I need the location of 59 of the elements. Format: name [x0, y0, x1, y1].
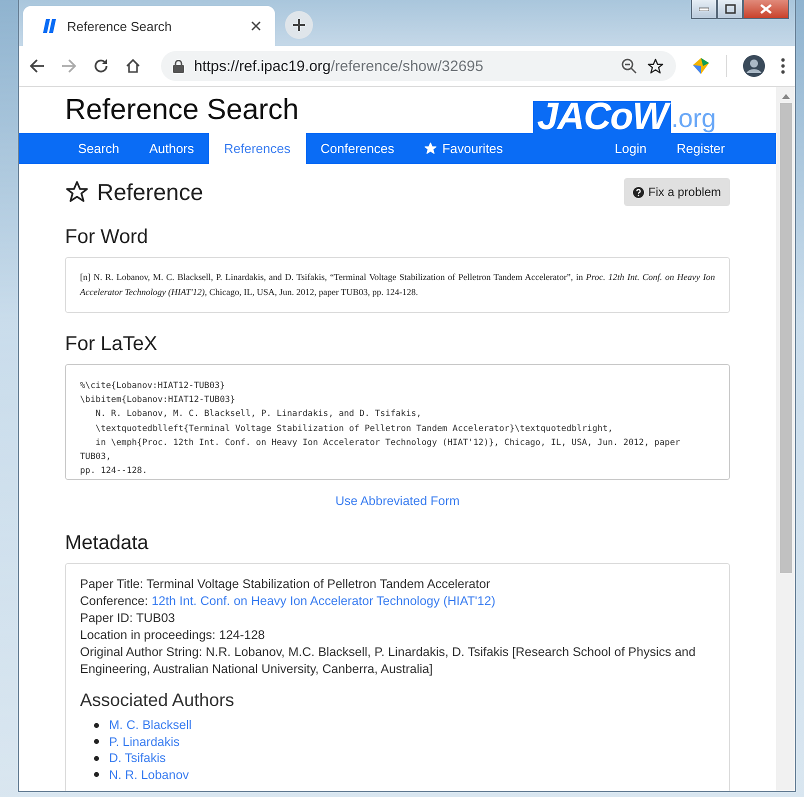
url-text: https://ref.ipac19.org/reference/show/32695 [194, 58, 484, 74]
maximize-button[interactable] [717, 0, 743, 19]
section-heading: Metadata [65, 532, 150, 555]
close-icon [760, 4, 772, 14]
browser-tab[interactable]: Reference Search [23, 6, 275, 46]
conference-link[interactable]: 12th Int. Conf. on Heavy Ion Accelerator Technology (HIAT'12) [152, 594, 496, 608]
back-icon[interactable] [29, 58, 45, 74]
nav-tab[interactable]: References [209, 133, 306, 164]
maximize-icon [724, 4, 736, 14]
fix-problem-button[interactable]: Fix a problem [624, 178, 730, 206]
minimize-button[interactable] [691, 0, 717, 19]
close-icon[interactable] [251, 21, 261, 31]
bullet-icon [94, 739, 99, 744]
address-bar[interactable]: https://ref.ipac19.org/reference/show/32695 [161, 51, 676, 81]
bullet-icon [94, 722, 99, 728]
menu-icon[interactable] [781, 58, 785, 74]
latex-field[interactable]: %\cite{Lobanov:HIAT12-TUB03} \bibitem{Lobanov:HIAT12-TUB03} N. R. Lobanov, M. C. Blacksell, P. Linardakis, and D. Tsifakis, \textquotedblleft{Terminal Voltage Stabilization of Pelletron Tandem Accelerator}\textquotedblright, in \emph{Proc. 12th Int. Conf. on Heavy Ion Accelerator Technology (HIAT'12)}, Chicago, IL, USA, Jun. 2012, paper TUB03, pp. 124--128. [65, 364, 730, 480]
metadata-label: Conference: [80, 594, 148, 608]
scrollbar-thumb[interactable] [780, 103, 792, 573]
close-button[interactable] [743, 0, 789, 19]
bookmark-star-icon [647, 58, 664, 74]
nav-tab[interactable]: Conferences [306, 133, 410, 164]
section-heading: For Word [65, 226, 149, 249]
tab-title: Reference Search [67, 18, 173, 34]
reload-icon[interactable] [93, 58, 109, 74]
author-link[interactable]: D. Tsifakis [109, 750, 166, 766]
star-icon [424, 142, 438, 155]
authors-heading: Associated Authors [80, 690, 236, 711]
home-icon[interactable] [125, 58, 141, 74]
abbreviated-form-link[interactable]: Use Abbreviated Form [335, 494, 460, 508]
metadata-line: Paper ID: TUB03 [80, 610, 176, 627]
minimize-icon [699, 7, 709, 11]
zoom-out-icon[interactable] [621, 58, 637, 74]
author-link[interactable]: M. C. Blacksell [109, 717, 192, 734]
bullet-icon [94, 756, 99, 761]
nav-tab[interactable]: Login [600, 133, 662, 164]
extension-icon[interactable] [692, 57, 710, 75]
bullet-icon [94, 772, 99, 778]
question-icon [633, 186, 644, 198]
plus-icon [292, 18, 306, 32]
author-link[interactable]: P. Linardakis [109, 734, 180, 750]
site-title: Reference Search [65, 94, 299, 128]
metadata-line: Location in proceedings: 124-128 [80, 627, 266, 644]
lock-icon [173, 60, 184, 72]
metadata-line: Paper Title: Terminal Voltage Stabilization of Pelletron Tandem Accelerator [80, 576, 492, 593]
nav-tab[interactable]: Register [662, 133, 740, 164]
avatar-icon[interactable] [743, 55, 765, 77]
word-citation: [n] N. R. Lobanov, M. C. Blacksell, P. Linardakis, and D. Tsifakis, “Terminal Voltage Stabilization of Pelletron Tandem Accelerator”, in Proc. 12th Int. Conf. on Heavy Ion Accelerator Technology (HIAT'12), Chicago, IL, USA, Jun. 2012, paper TUB03, pp. 124-128. [80, 271, 715, 299]
site-logo-icon [41, 18, 57, 34]
nav-tab[interactable]: Authors [134, 133, 210, 164]
star-icon [65, 180, 89, 204]
metadata-line: Original Author String: N.R. Lobanov, M.C. Blacksell, P. Linardakis, D. Tsifakis [Research School of Physics and Engineering, Australian National University, Canberra, Australia] [80, 644, 697, 678]
section-heading: For LaTeX [65, 333, 158, 356]
new-tab-button[interactable] [285, 11, 313, 39]
nav-tab[interactable]: Search [63, 133, 134, 164]
page-title: Reference [97, 178, 204, 206]
scroll-up-icon[interactable] [782, 93, 790, 99]
author-link[interactable]: N. R. Lobanov [109, 766, 189, 783]
nav-tab[interactable]: Favourites [409, 133, 518, 164]
